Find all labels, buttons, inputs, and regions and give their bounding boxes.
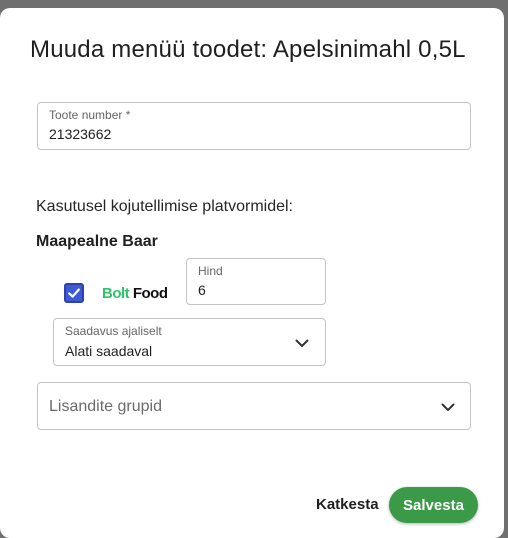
product-number-field[interactable]: Toote number * 21323662 [37, 102, 471, 150]
checkmark-icon [68, 288, 80, 298]
venue-name: Maapealne Baar [36, 233, 158, 250]
save-button[interactable]: Salvesta [389, 487, 478, 523]
chevron-down-icon [441, 403, 455, 411]
dialog-title: Muuda menüü toodet: Apelsinimahl 0,5L [30, 36, 466, 63]
food-logo-text: Food [129, 285, 168, 302]
platforms-heading: Kasutusel kojutellimise platvormidel: [36, 198, 293, 215]
availability-select[interactable]: Saadavus ajaliselt Alati saadaval [53, 318, 326, 366]
bolt-food-logo: Bolt Food [102, 285, 168, 302]
bolt-food-checkbox[interactable] [64, 283, 84, 303]
availability-label: Saadavus ajaliselt [65, 324, 162, 338]
addon-groups-select[interactable]: Lisandite grupid [37, 382, 471, 430]
cancel-button[interactable]: Katkesta [312, 490, 383, 519]
bolt-logo-text: Bolt [102, 285, 130, 302]
price-value[interactable]: 6 [198, 282, 206, 298]
product-number-label: Toote number * [49, 108, 131, 122]
addon-groups-placeholder: Lisandite grupid [49, 398, 162, 415]
price-label: Hind [198, 264, 223, 278]
product-number-value[interactable]: 21323662 [49, 126, 111, 142]
price-field[interactable]: Hind 6 [186, 258, 326, 305]
edit-menu-item-dialog: Muuda menüü toodet: Apelsinimahl 0,5L To… [0, 8, 504, 538]
chevron-down-icon [295, 339, 309, 347]
availability-value: Alati saadaval [65, 343, 153, 359]
